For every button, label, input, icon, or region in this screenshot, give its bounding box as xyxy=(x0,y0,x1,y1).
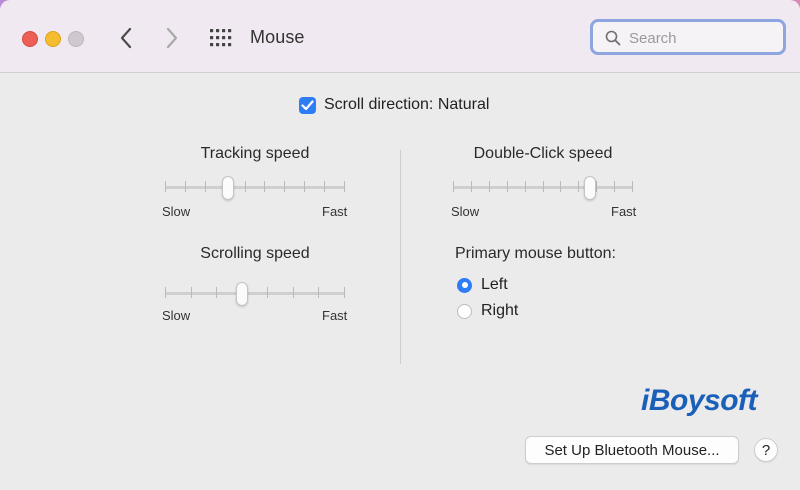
close-window-button[interactable] xyxy=(22,31,38,47)
slider-tick xyxy=(578,181,579,192)
slider-thumb[interactable] xyxy=(236,282,248,306)
radio-left-option[interactable]: Left xyxy=(457,276,508,294)
double-click-speed-label: Double-Click speed xyxy=(473,145,613,162)
iboysoft-logo: iBoysoft xyxy=(641,384,758,417)
slider-tick xyxy=(205,181,206,192)
scrolling-speed-slider[interactable] xyxy=(165,282,345,306)
slider-track xyxy=(165,186,345,189)
minimize-window-button[interactable] xyxy=(45,31,61,47)
slider-tick xyxy=(284,181,285,192)
scrolling-speed-fast-label: Fast xyxy=(322,308,348,323)
radio-right[interactable] xyxy=(457,303,472,319)
section-divider xyxy=(400,150,401,364)
tracking-speed-slider[interactable] xyxy=(165,176,345,200)
search-icon xyxy=(605,30,621,46)
double-click-speed-slow-label: Slow xyxy=(451,204,480,219)
checkmark-icon xyxy=(301,99,314,110)
slider-tick xyxy=(165,287,166,298)
zoom-window-button[interactable] xyxy=(68,31,84,47)
help-button[interactable]: ? xyxy=(754,438,778,462)
scroll-direction-option[interactable]: Scroll direction: Natural xyxy=(299,96,489,114)
slider-tick xyxy=(453,181,454,192)
forward-button[interactable] xyxy=(162,25,182,51)
slider-tick xyxy=(632,181,633,192)
search-input[interactable] xyxy=(629,27,779,49)
primary-mouse-button-label: Primary mouse button: xyxy=(455,245,616,262)
slider-tick xyxy=(324,181,325,192)
page-title: Mouse xyxy=(250,27,305,47)
radio-right-label: Right xyxy=(481,302,519,319)
slider-tick xyxy=(344,181,345,192)
show-all-button[interactable] xyxy=(210,29,232,47)
slider-tick xyxy=(489,181,490,192)
slider-tick xyxy=(191,287,192,298)
setup-bluetooth-mouse-button[interactable]: Set Up Bluetooth Mouse... xyxy=(525,436,739,464)
slider-tick xyxy=(165,181,166,192)
slider-tick xyxy=(264,181,265,192)
slider-tick xyxy=(293,287,294,298)
scroll-direction-label: Scroll direction: Natural xyxy=(324,96,490,113)
slider-tick xyxy=(245,181,246,192)
back-button[interactable] xyxy=(117,25,137,51)
tracking-speed-fast-label: Fast xyxy=(322,204,348,219)
slider-thumb[interactable] xyxy=(222,176,234,200)
radio-right-option[interactable]: Right xyxy=(457,302,518,320)
slider-tick xyxy=(614,181,615,192)
slider-tick xyxy=(344,287,345,298)
slider-tick xyxy=(596,181,597,192)
slider-tick xyxy=(525,181,526,192)
toolbar: Mouse xyxy=(0,0,800,73)
radio-left-label: Left xyxy=(481,276,508,293)
double-click-speed-slider[interactable] xyxy=(453,176,633,200)
grid-icon xyxy=(210,29,232,47)
scroll-direction-checkbox[interactable] xyxy=(299,96,316,114)
slider-tick xyxy=(560,181,561,192)
slider-tick xyxy=(471,181,472,192)
slider-tick xyxy=(543,181,544,192)
slider-tick xyxy=(267,287,268,298)
double-click-speed-fast-label: Fast xyxy=(611,204,637,219)
radio-left[interactable] xyxy=(457,277,472,293)
tracking-speed-slow-label: Slow xyxy=(162,204,191,219)
slider-tick xyxy=(216,287,217,298)
slider-tick xyxy=(304,181,305,192)
scrolling-speed-slow-label: Slow xyxy=(162,308,191,323)
slider-tick xyxy=(185,181,186,192)
chevron-left-icon xyxy=(120,27,132,49)
preferences-window: Mouse Scroll direction: Natural Tracking… xyxy=(0,0,800,490)
chevron-right-icon xyxy=(166,27,178,49)
scrolling-speed-label: Scrolling speed xyxy=(200,245,310,262)
search-field[interactable] xyxy=(590,19,786,55)
slider-tick xyxy=(318,287,319,298)
slider-thumb[interactable] xyxy=(584,176,596,200)
tracking-speed-label: Tracking speed xyxy=(200,145,310,162)
slider-tick xyxy=(507,181,508,192)
